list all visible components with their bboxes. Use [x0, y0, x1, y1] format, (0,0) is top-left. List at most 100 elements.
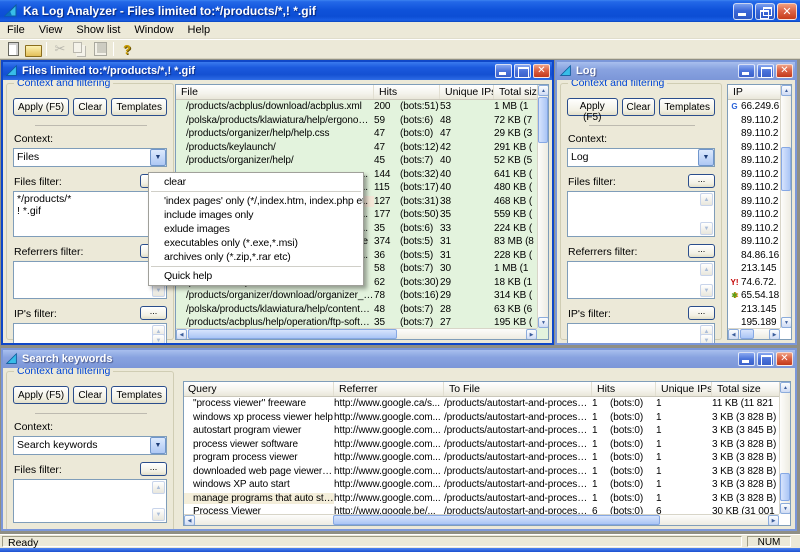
context-combobox[interactable]: Files ▼ [13, 148, 167, 167]
vertical-scrollbar[interactable]: ▲ ▼ [779, 382, 790, 514]
scrollbar-thumb[interactable] [538, 97, 548, 143]
ip-row[interactable]: 89.110.2 [728, 181, 780, 195]
scroll-left-icon[interactable]: ◀ [184, 515, 195, 525]
table-row[interactable]: downloaded web page viewer org... http://… [184, 465, 779, 479]
scroll-down-icon[interactable]: ▼ [152, 334, 165, 343]
table-row[interactable]: /products/organizer/download/organizer_p… [176, 289, 537, 303]
ip-row[interactable]: 213.145 [728, 262, 780, 276]
ips-filter-more-button[interactable]: ... [140, 306, 167, 320]
scroll-down-icon[interactable]: ▼ [700, 222, 713, 235]
table-row[interactable]: autostart program viewer http://www.googl… [184, 424, 779, 438]
apply-button[interactable]: Apply (F5) [13, 98, 70, 116]
vertical-scrollbar[interactable]: ▲ ▼ [780, 85, 791, 328]
scrollbar-thumb[interactable] [332, 515, 660, 525]
context-menu-item[interactable]: clear [149, 175, 363, 189]
files-filter-input[interactable]: */products/* ! *.gif [14, 192, 152, 236]
scroll-up-icon[interactable]: ▲ [152, 481, 165, 494]
menu-item-help[interactable]: Help [181, 22, 218, 38]
clear-button[interactable]: Clear [73, 386, 108, 404]
context-menu-item[interactable]: executables only (*.exe,*.msi) [149, 236, 363, 250]
clear-button[interactable]: Clear [73, 98, 108, 116]
column-header-file[interactable]: File [176, 85, 374, 99]
horizontal-scrollbar[interactable]: ◀ ▶ [176, 328, 537, 339]
apply-button[interactable]: Apply (F5) [567, 98, 618, 123]
table-row[interactable]: windows xp process viewer help http://www… [184, 411, 779, 425]
chevron-down-icon[interactable]: ▼ [150, 437, 166, 454]
scroll-up-icon[interactable]: ▲ [700, 263, 713, 276]
templates-button[interactable]: Templates [659, 98, 715, 116]
ip-row[interactable]: 195.189 [728, 316, 780, 328]
column-header-to-file[interactable]: To File [444, 382, 592, 396]
scroll-right-icon[interactable]: ▶ [526, 329, 537, 339]
table-row[interactable]: /products/organizer/help/help.css 47 (bots… [176, 127, 537, 141]
ip-row[interactable]: 89.110.2 [728, 154, 780, 168]
scroll-up-icon[interactable]: ▲ [538, 85, 548, 96]
apply-button[interactable]: Apply (F5) [13, 386, 70, 404]
scroll-right-icon[interactable]: ▶ [769, 329, 780, 339]
ip-row[interactable]: 89.110.2 [728, 195, 780, 209]
files-filter-input[interactable] [568, 192, 700, 236]
ip-row[interactable]: ✱ 65.54.18 [728, 289, 780, 303]
table-row[interactable]: program process viewer http://www.google.… [184, 451, 779, 465]
ip-row[interactable]: Y! 74.6.72. [728, 276, 780, 290]
chevron-down-icon[interactable]: ▼ [150, 149, 166, 166]
minimize-button[interactable] [495, 64, 512, 78]
table-row[interactable]: Process Viewer http://www.google.be/... /p… [184, 505, 779, 514]
scroll-up-icon[interactable]: ▲ [780, 382, 790, 393]
scrollbar-thumb[interactable] [188, 329, 398, 339]
scrollbar-thumb[interactable] [780, 473, 790, 501]
ip-row[interactable]: 89.110.2 [728, 141, 780, 155]
close-button[interactable] [776, 352, 793, 366]
context-combobox[interactable]: Log ▼ [567, 148, 715, 167]
column-header-query[interactable]: Query [184, 382, 334, 396]
files-filter-more-button[interactable]: ... [688, 174, 715, 188]
files-filter-more-button[interactable]: ... [140, 462, 167, 476]
table-row[interactable]: process viewer software http://www.google… [184, 438, 779, 452]
table-row[interactable]: windows XP auto start http://www.google.c… [184, 478, 779, 492]
scrollbar-thumb[interactable] [740, 329, 754, 339]
horizontal-scrollbar[interactable]: ◀ ▶ [184, 514, 779, 525]
ip-row[interactable]: 84.86.16 [728, 249, 780, 263]
clear-button[interactable]: Clear [621, 98, 656, 116]
column-header-referrer[interactable]: Referrer [334, 382, 444, 396]
context-combobox[interactable]: Search keywords ▼ [13, 436, 167, 455]
restore-button[interactable] [755, 2, 775, 20]
ip-row[interactable]: 89.110.2 [728, 222, 780, 236]
ip-row[interactable]: 89.110.2 [728, 208, 780, 222]
templates-button[interactable]: Templates [111, 98, 167, 116]
ip-row[interactable]: G 66.249.6 [728, 100, 780, 114]
minimize-button[interactable] [738, 64, 755, 78]
scroll-down-icon[interactable]: ▼ [781, 317, 791, 328]
table-row[interactable]: /products/keylaunch/47 (bots:12) 42 291 KB … [176, 141, 537, 155]
search-window-titlebar[interactable]: Search keywords [3, 350, 795, 368]
scrollbar-thumb[interactable] [781, 147, 791, 191]
context-menu-item[interactable]: include images only [149, 208, 363, 222]
scroll-left-icon[interactable]: ◀ [728, 329, 739, 339]
vertical-scrollbar[interactable]: ▲ ▼ [537, 85, 548, 328]
table-row[interactable]: /products/organizer/help/45 (bots:7) 40 52 … [176, 154, 537, 168]
scroll-down-icon[interactable]: ▼ [700, 334, 713, 343]
scroll-up-icon[interactable]: ▲ [700, 193, 713, 206]
column-header-hits[interactable]: Hits [374, 85, 440, 99]
minimize-button[interactable] [733, 2, 753, 20]
ips-filter-input[interactable] [14, 324, 152, 343]
open-folder-icon[interactable] [23, 40, 43, 58]
column-header-unique-ips[interactable]: Unique IPs [656, 382, 712, 396]
ip-row[interactable]: 89.110.2 [728, 168, 780, 182]
table-row[interactable]: /products/acbplus/help/operation/ftp-sof… [176, 316, 537, 328]
column-header-unique-ips[interactable]: Unique IPs [440, 85, 494, 99]
menu-item-file[interactable]: File [0, 22, 32, 38]
files-table-header[interactable]: File Hits Unique IPs Total size [176, 85, 548, 100]
scroll-down-icon[interactable]: ▼ [780, 503, 790, 514]
ip-row[interactable]: 89.110.2 [728, 127, 780, 141]
templates-button[interactable]: Templates [111, 386, 167, 404]
files-filter-input[interactable] [14, 480, 152, 522]
close-button[interactable] [533, 64, 550, 78]
main-titlebar[interactable]: Ka Log Analyzer - Files limited to:*/pro… [0, 0, 800, 22]
scroll-down-icon[interactable]: ▼ [152, 508, 165, 521]
context-menu-item[interactable]: Quick help [149, 269, 363, 283]
chevron-down-icon[interactable]: ▼ [698, 149, 714, 166]
table-row[interactable]: /products/acbplus/download/acbplus.xml 20… [176, 100, 537, 114]
maximize-button[interactable] [514, 64, 531, 78]
new-file-icon[interactable] [3, 40, 23, 58]
